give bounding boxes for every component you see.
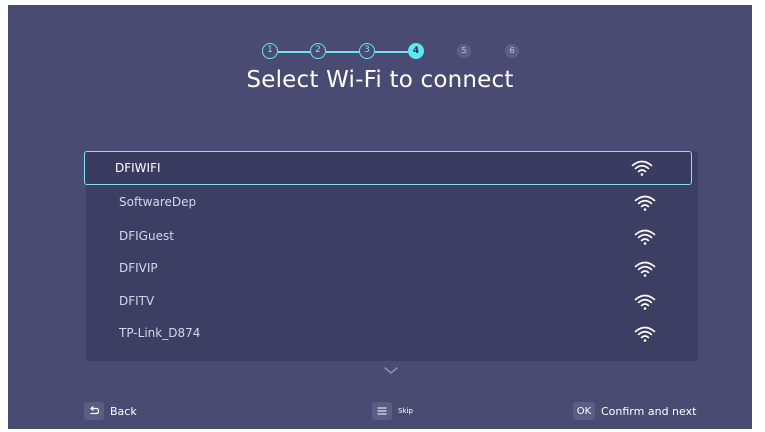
wifi-network-row[interactable]: TP-Link_D874 (86, 317, 698, 349)
skip-label: Skip (398, 407, 413, 415)
wifi-signal-icon (631, 160, 653, 176)
step-connector (375, 51, 408, 53)
step-1-indicator: 1 (262, 43, 278, 59)
skip-button[interactable]: Skip (372, 401, 413, 421)
confirm-next-button[interactable]: OK Confirm and next (573, 401, 696, 421)
menu-icon (377, 407, 387, 415)
wifi-network-row[interactable]: DFIGuest (86, 220, 698, 252)
ok-key: OK (573, 402, 595, 420)
wifi-network-row[interactable]: DFITV (86, 285, 698, 317)
wifi-network-row[interactable]: DFIVIP (86, 252, 698, 284)
step-5-indicator: 5 (457, 44, 471, 58)
network-ssid: TP-Link_D874 (119, 326, 201, 340)
network-ssid: SoftwareDep (119, 195, 197, 209)
back-arrow-icon (90, 406, 100, 415)
network-ssid: DFIVIP (119, 261, 158, 275)
wifi-network-list: DFIWIFI SoftwareDep DFIGuest DFIVIP DFIT… (84, 151, 698, 361)
chevron-down-icon[interactable] (384, 367, 398, 375)
setup-stepper: 1 2 3 4 5 6 (8, 43, 752, 61)
wifi-signal-icon (634, 261, 656, 277)
wifi-network-row[interactable]: DFIWIFI (84, 151, 692, 185)
back-button[interactable]: Back (84, 401, 137, 421)
network-ssid: DFIGuest (119, 229, 174, 243)
network-ssid: DFITV (119, 294, 155, 308)
wifi-network-row[interactable]: SoftwareDep (86, 186, 698, 218)
step-2-indicator: 2 (310, 43, 326, 59)
wifi-signal-icon (634, 195, 656, 211)
wifi-setup-screen: 1 2 3 4 5 6 Select Wi-Fi to connect DFIW… (8, 5, 752, 429)
step-connector (326, 51, 359, 53)
wifi-signal-icon (634, 229, 656, 245)
step-3-indicator: 3 (359, 43, 375, 59)
step-connector (278, 51, 310, 53)
menu-key (372, 402, 392, 420)
confirm-label: Confirm and next (601, 404, 697, 418)
wifi-signal-icon (634, 294, 656, 310)
step-6-indicator: 6 (505, 44, 519, 58)
wifi-signal-icon (634, 326, 656, 342)
network-ssid: DFIWIFI (115, 161, 161, 175)
page-title: Select Wi-Fi to connect (246, 67, 514, 93)
step-4-indicator: 4 (408, 43, 424, 59)
back-label: Back (110, 404, 137, 418)
back-key (84, 402, 104, 420)
